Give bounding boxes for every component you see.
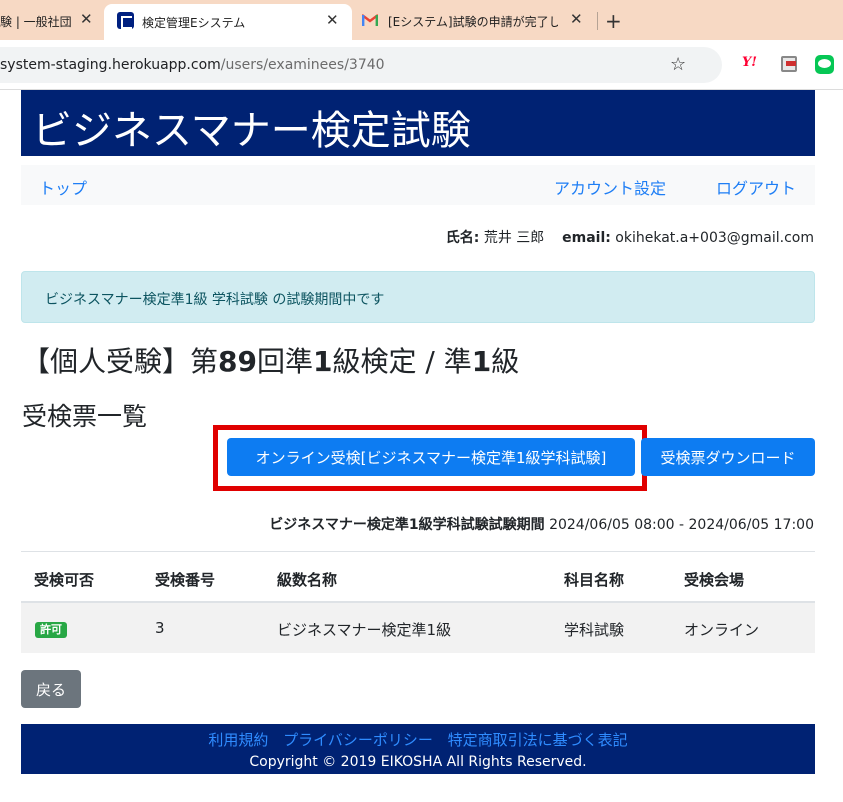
close-icon[interactable]: ✕ bbox=[326, 13, 339, 28]
gmail-icon bbox=[362, 14, 378, 26]
table-row: 許可 3 ビジネスマナー検定準1級 学科試験 オンライン bbox=[21, 603, 815, 653]
name-label: 氏名: bbox=[445, 230, 480, 246]
back-button[interactable]: 戻る bbox=[21, 670, 81, 708]
column-header: 受検可否 bbox=[34, 571, 95, 589]
tab-divider bbox=[597, 12, 598, 30]
section-title: 受検票一覧 bbox=[22, 402, 148, 431]
exam-title-part: 【個人受験】第 bbox=[22, 345, 219, 378]
new-tab-button[interactable]: + bbox=[605, 9, 622, 33]
alert-text: ビジネスマナー検定準1級 学科試験 の試験期間中です bbox=[45, 292, 385, 308]
site-title: ビジネスマナー検定試験 bbox=[32, 108, 471, 154]
exam-title: 【個人受験】第89回準1級検定 / 準1級 bbox=[22, 340, 519, 380]
address-bar[interactable]: system-staging.herokuapp.com/users/exami… bbox=[0, 47, 722, 83]
url-path: /users/examinees/3740 bbox=[220, 57, 385, 73]
navbar: トップ アカウント設定 ログアウト bbox=[21, 165, 815, 205]
footer-link-terms[interactable]: 利用規約 bbox=[208, 731, 268, 749]
user-name: 荒井 三郎 bbox=[483, 230, 545, 246]
table-header: 受検可否 受検番号 級数名称 科目名称 受検会場 bbox=[21, 551, 815, 603]
nav-link-logout[interactable]: ログアウト bbox=[716, 175, 796, 199]
exam-title-part: 1 bbox=[313, 345, 333, 378]
venue: オンライン bbox=[684, 621, 760, 639]
column-header: 受検会場 bbox=[684, 571, 745, 589]
browser-tab-1[interactable]: 験 | 一般社団 ✕ bbox=[0, 0, 104, 40]
exam-title-part: 級検定 / 準 bbox=[332, 345, 472, 378]
email-label: email: bbox=[562, 230, 611, 246]
exam-period-alert: ビジネスマナー検定準1級 学科試験 の試験期間中です bbox=[21, 271, 815, 323]
period-value: 2024/06/05 08:00 - 2024/06/05 17:00 bbox=[549, 517, 814, 533]
tab-label: 検定管理Eシステム bbox=[142, 16, 246, 30]
browser-tab-3[interactable]: [Eシステム]試験の申請が完了しまし ✕ bbox=[352, 0, 598, 40]
exam-title-part: 回準 bbox=[256, 345, 313, 378]
period-label: ビジネスマナー検定準1級学科試験試験期間 bbox=[269, 517, 545, 533]
url-text[interactable]: system-staging.herokuapp.com/users/exami… bbox=[0, 57, 385, 73]
column-header: 科目名称 bbox=[564, 571, 625, 589]
url-host: system-staging.herokuapp.com bbox=[0, 57, 221, 73]
download-ticket-button[interactable]: 受検票ダウンロード bbox=[641, 438, 815, 476]
site-favicon-icon bbox=[117, 12, 134, 29]
browser-toolbar: system-staging.herokuapp.com/users/exami… bbox=[0, 40, 843, 90]
tab-label: 験 | 一般社団 bbox=[0, 15, 72, 29]
extension-icon[interactable] bbox=[781, 56, 797, 72]
nav-link-account-settings[interactable]: アカウント設定 bbox=[554, 175, 666, 199]
line-extension-icon[interactable] bbox=[815, 55, 834, 74]
exam-number: 3 bbox=[155, 619, 165, 637]
close-icon[interactable]: ✕ bbox=[80, 12, 93, 27]
exam-title-part: 89 bbox=[218, 345, 257, 378]
site-header: ビジネスマナー検定試験 bbox=[21, 90, 815, 156]
status-badge: 許可 bbox=[35, 622, 67, 638]
exam-title-part: 級 bbox=[491, 345, 520, 378]
user-email: okihekat.a+003@gmail.com bbox=[615, 230, 814, 246]
browser-tab-bar: 験 | 一般社団 ✕ 検定管理Eシステム ✕ [Eシステム]試験の申請が完了しま… bbox=[0, 0, 843, 40]
copyright: Copyright © 2019 EIKOSHA All Rights Rese… bbox=[249, 754, 587, 770]
site-footer: 利用規約 プライバシーポリシー 特定商取引法に基づく表記 Copyright ©… bbox=[21, 724, 815, 774]
browser-tab-active[interactable]: 検定管理Eシステム ✕ bbox=[104, 4, 352, 40]
subject-name: 学科試験 bbox=[564, 621, 625, 639]
footer-links: 利用規約 プライバシーポリシー 特定商取引法に基づく表記 bbox=[21, 729, 815, 750]
column-header: 級数名称 bbox=[277, 571, 338, 589]
footer-link-commerce[interactable]: 特定商取引法に基づく表記 bbox=[448, 731, 628, 749]
tab-label: [Eシステム]試験の申請が完了しまし bbox=[388, 15, 558, 29]
online-exam-button[interactable]: オンライン受検[ビジネスマナー検定準1級学科試験] bbox=[227, 438, 635, 476]
close-icon[interactable]: ✕ bbox=[570, 12, 583, 27]
exam-period: ビジネスマナー検定準1級学科試験試験期間 2024/06/05 08:00 - … bbox=[269, 514, 814, 534]
footer-link-privacy[interactable]: プライバシーポリシー bbox=[283, 731, 433, 749]
yahoo-extension-icon[interactable]: Y! bbox=[742, 55, 757, 70]
column-header: 受検番号 bbox=[155, 571, 216, 589]
exam-title-part: 1 bbox=[471, 345, 492, 378]
nav-link-top[interactable]: トップ bbox=[39, 175, 87, 199]
user-info: 氏名: 荒井 三郎 email: okihekat.a+003@gmail.co… bbox=[446, 227, 814, 247]
grade-name: ビジネスマナー検定準1級 bbox=[277, 621, 452, 639]
bookmark-star-icon[interactable]: ☆ bbox=[670, 54, 686, 75]
